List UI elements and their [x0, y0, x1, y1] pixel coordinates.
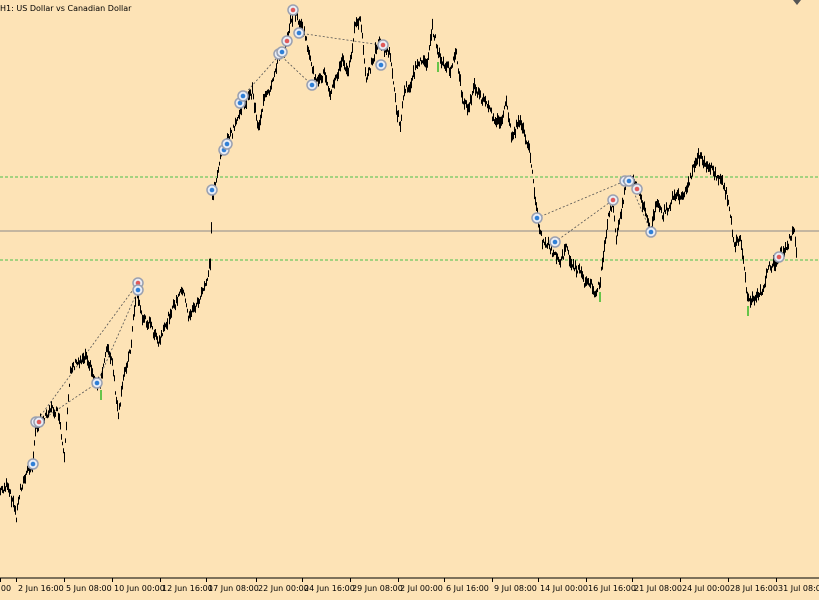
- trade-marker-buy-12[interactable]: [276, 46, 288, 58]
- x-tick-label-15: 24 Jul 00:00: [682, 584, 730, 593]
- trade-marker-sell-21[interactable]: [607, 194, 619, 206]
- buy-arrow-icon: [309, 82, 315, 88]
- trade-marker-sell-18[interactable]: [377, 39, 389, 51]
- trade-marker-buy-20[interactable]: [549, 236, 561, 248]
- trade-marker-buy-3[interactable]: [91, 377, 103, 389]
- price-chart[interactable]: H1: US Dollar vs Canadian Dollar 00:00 2 …: [0, 0, 819, 600]
- trade-marker-sell-26[interactable]: [773, 251, 785, 263]
- sell-arrow-icon: [380, 42, 386, 48]
- buy-arrow-icon: [94, 380, 100, 386]
- buy-arrow-icon: [135, 287, 141, 293]
- trade-marker-sell-2[interactable]: [33, 416, 45, 428]
- buy-arrow-icon: [30, 461, 36, 467]
- x-tick-label-9: 2 Jul 00:00: [400, 584, 443, 593]
- x-tick-label-2: 5 Jun 08:00: [66, 584, 112, 593]
- buy-arrow-icon: [626, 178, 632, 184]
- x-tick-label-17: 31 Jul 08:00: [778, 584, 819, 593]
- sell-arrow-icon: [290, 7, 296, 13]
- buy-arrow-icon: [209, 187, 215, 193]
- x-tick-label-1: 2 Jun 16:00: [18, 584, 64, 593]
- x-tick-label-12: 14 Jul 00:00: [540, 584, 588, 593]
- trade-marker-buy-0[interactable]: [27, 458, 39, 470]
- trade-marker-buy-15[interactable]: [293, 27, 305, 39]
- trade-marker-buy-25[interactable]: [645, 226, 657, 238]
- x-tick-label-13: 16 Jul 16:00: [588, 584, 636, 593]
- x-tick-label-4: 12 Jun 16:00: [162, 584, 213, 593]
- trade-marker-buy-23[interactable]: [623, 175, 635, 187]
- buy-arrow-icon: [296, 30, 302, 36]
- sell-arrow-icon: [36, 419, 42, 425]
- sell-arrow-icon: [610, 197, 616, 203]
- x-tick-label-3: 10 Jun 00:00: [114, 584, 165, 593]
- trade-marker-buy-16[interactable]: [306, 79, 318, 91]
- buy-arrow-icon: [279, 49, 285, 55]
- trade-marker-buy-5[interactable]: [132, 284, 144, 296]
- trade-marker-buy-6[interactable]: [206, 184, 218, 196]
- sell-arrow-icon: [284, 38, 290, 44]
- buy-arrow-icon: [240, 93, 246, 99]
- trade-marker-buy-17[interactable]: [375, 59, 387, 71]
- sell-arrow-icon: [634, 186, 640, 192]
- x-tick-label-7: 24 Jun 16:00: [304, 584, 355, 593]
- buy-arrow-icon: [648, 229, 654, 235]
- trade-marker-buy-19[interactable]: [531, 212, 543, 224]
- trade-marker-sell-14[interactable]: [287, 4, 299, 16]
- x-tick-label-10: 6 Jul 16:00: [446, 584, 489, 593]
- buy-arrow-icon: [552, 239, 558, 245]
- buy-arrow-icon: [534, 215, 540, 221]
- x-tick-label-8: 29 Jun 08:00: [352, 584, 403, 593]
- chart-title: H1: US Dollar vs Canadian Dollar: [0, 4, 132, 13]
- x-tick-label-14: 21 Jul 08:00: [634, 584, 682, 593]
- x-tick-label-0: 00:00: [0, 584, 11, 593]
- trade-marker-buy-10[interactable]: [237, 90, 249, 102]
- trade-marker-buy-8[interactable]: [221, 138, 233, 150]
- trade-marker-sell-24[interactable]: [631, 183, 643, 195]
- x-tick-label-6: 22 Jun 00:00: [258, 584, 309, 593]
- x-tick-label-16: 28 Jul 16:00: [730, 584, 778, 593]
- x-tick-label-5: 17 Jun 08:00: [208, 584, 259, 593]
- sell-arrow-icon: [776, 254, 782, 260]
- buy-arrow-icon: [224, 141, 230, 147]
- trade-marker-sell-13[interactable]: [281, 35, 293, 47]
- buy-arrow-icon: [378, 62, 384, 68]
- x-tick-label-11: 9 Jul 08:00: [494, 584, 537, 593]
